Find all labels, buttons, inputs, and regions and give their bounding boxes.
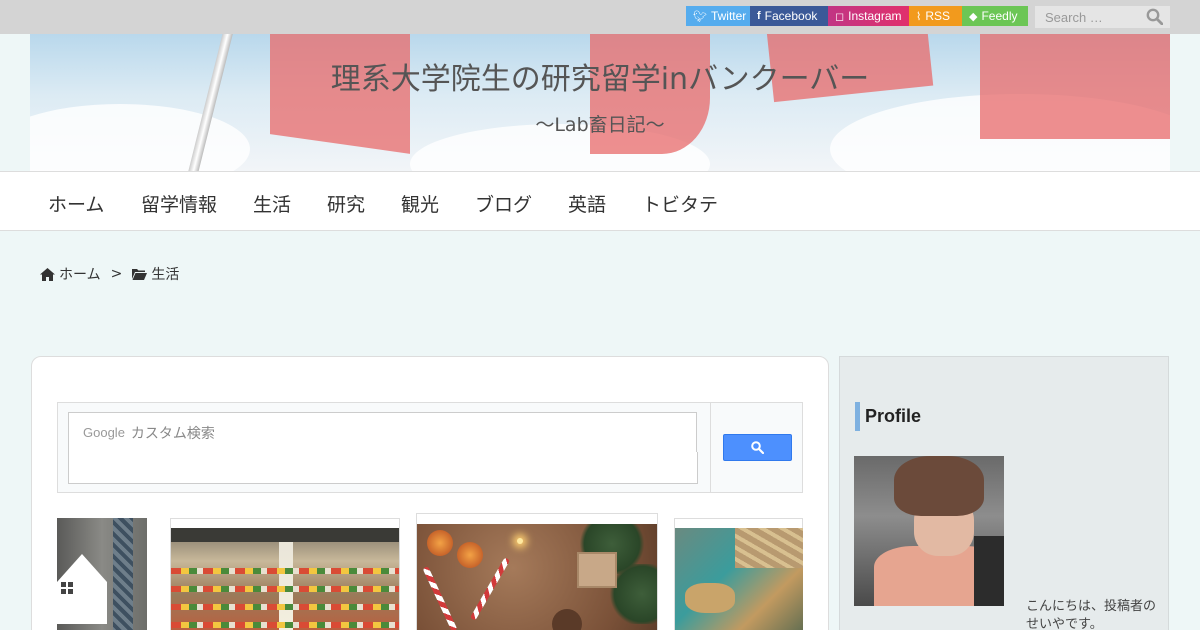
nav-item-sightseeing[interactable]: 観光 [401,190,439,217]
profile-bio: こんにちは、投稿者のせいやです。 [1026,599,1157,630]
nav-item-study-abroad[interactable]: 留学情報 [141,190,217,217]
main-nav: ホーム 留学情報 生活 研究 観光 ブログ 英語 トビタテ [0,171,1200,231]
instagram-link[interactable]: ◻ Instagram [828,6,909,26]
instagram-icon: ◻ [835,10,845,23]
nav-item-research[interactable]: 研究 [327,190,365,217]
google-label: Google [83,425,125,440]
site-subtitle: ～Lab畜日記～ [535,114,665,136]
folder-icon [132,269,148,280]
avatar [854,456,1004,606]
breadcrumb-current: 生活 [151,267,180,283]
rss-label: RSS [925,9,951,23]
search-icon[interactable] [1146,8,1163,25]
site-search-placeholder: Search … [1045,9,1103,25]
facebook-icon: f [757,10,761,22]
rss-link[interactable]: ⌇ RSS [909,6,962,26]
site-header: 理系大学院生の研究留学inバンクーバー ～Lab畜日記～ [30,34,1170,171]
facebook-link[interactable]: f Facebook [750,6,828,26]
twitter-link[interactable]: 🐦︎ Twitter [686,6,750,26]
article-thumbnail-housing[interactable] [57,518,147,630]
nav-item-tobitate[interactable]: トビタテ [642,190,718,217]
breadcrumb-home[interactable]: ホーム [59,264,101,284]
custom-search-input[interactable]: Google カスタム検索 [68,412,672,453]
custom-search-clear[interactable] [671,412,697,453]
site-title[interactable]: 理系大学院生の研究留学inバンクーバー [30,54,1170,98]
feedly-icon: ◆ [969,10,978,23]
search-button-icon [751,441,764,454]
custom-search-lower [68,452,698,484]
article-thumbnail-christmas[interactable] [417,524,657,630]
twitter-label: Twitter [710,9,747,23]
custom-search-button[interactable] [723,434,792,461]
custom-search-divider [710,403,711,492]
profile-heading: Profile [855,402,921,431]
article-thumbnail-supermarket[interactable] [171,528,399,630]
rss-icon: ⌇ [916,10,922,23]
breadcrumb: ホーム > 生活 [40,264,179,284]
feedly-label: Feedly [981,9,1018,23]
feedly-link[interactable]: ◆ Feedly [962,6,1028,26]
twitter-icon: 🐦︎ [693,10,707,23]
breadcrumb-separator: > [110,266,123,282]
facebook-label: Facebook [764,9,818,23]
home-icon [40,267,55,281]
instagram-label: Instagram [848,9,902,23]
nav-item-english[interactable]: 英語 [568,190,606,217]
article-thumbnail-money[interactable] [675,528,803,630]
nav-item-home[interactable]: ホーム [48,190,104,217]
house-icon [57,554,107,624]
nav-item-blog[interactable]: ブログ [475,190,532,217]
nav-item-life[interactable]: 生活 [253,190,291,217]
custom-search-placeholder: カスタム検索 [130,424,215,441]
